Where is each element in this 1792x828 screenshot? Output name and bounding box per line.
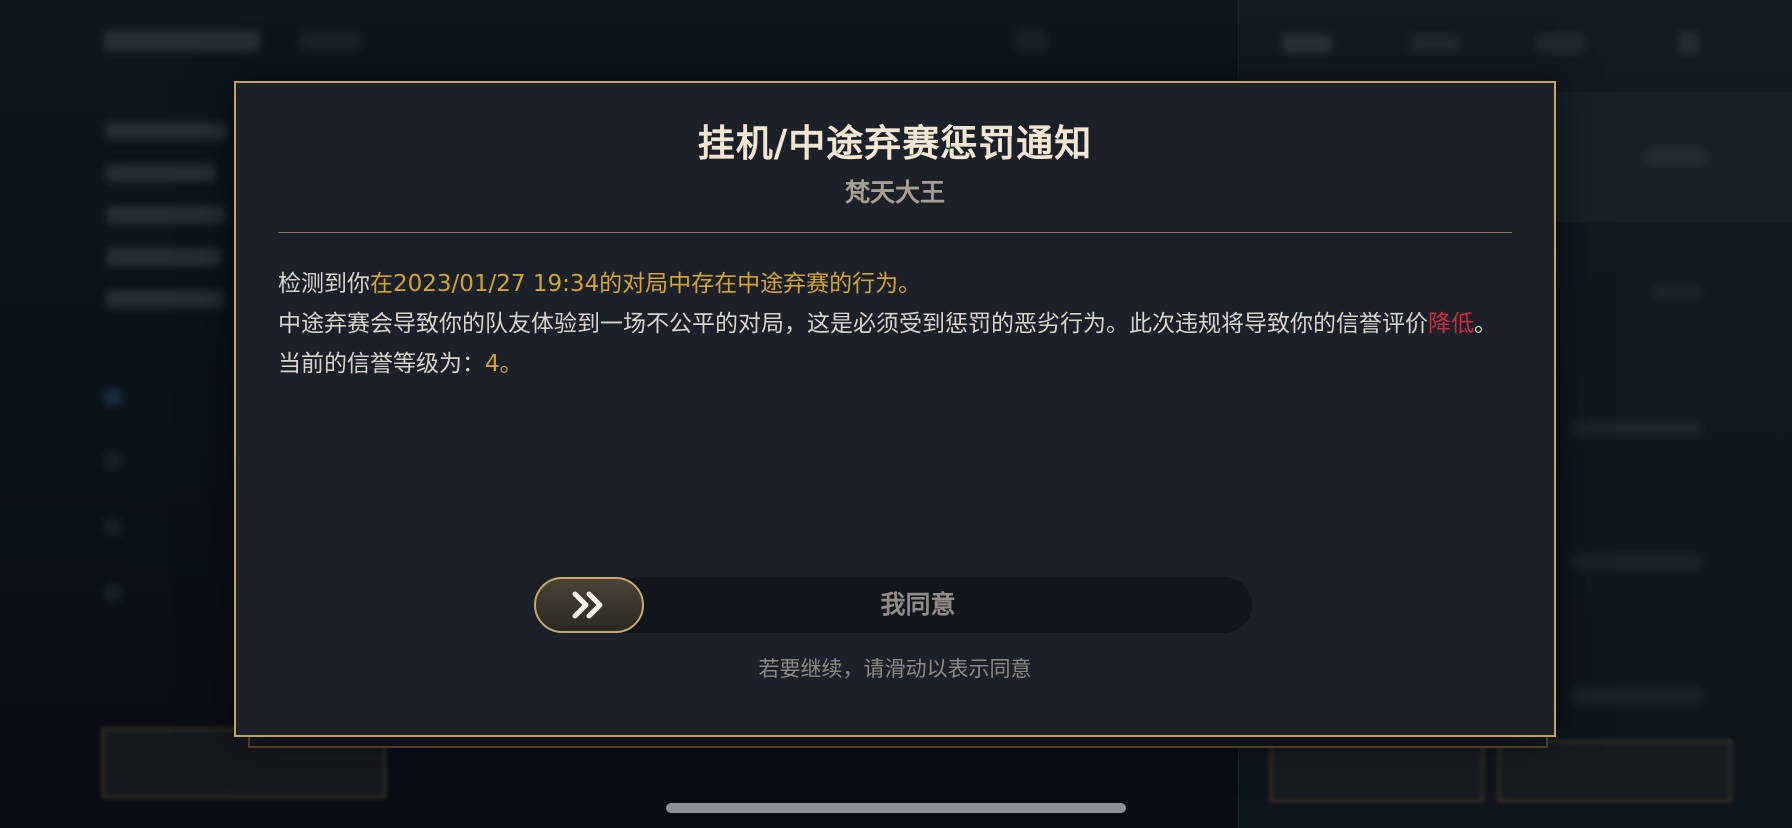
- background-blurred-icon: [104, 518, 122, 536]
- background-blurred-icon: [104, 452, 122, 470]
- dialog-title: 挂机/中途弃赛惩罚通知: [697, 122, 1093, 165]
- background-side-id: ▮▮▮▮▮▮▮▮: [0, 380, 2, 433]
- background-blurred-line: [106, 248, 222, 266]
- home-indicator-bar[interactable]: [666, 803, 1126, 813]
- background-blurred-tab: [1016, 30, 1046, 52]
- background-blurred-value: [1572, 554, 1702, 570]
- background-blurred-icon: [104, 584, 122, 602]
- penalty-notice-dialog: 挂机/中途弃赛惩罚通知 梵天大王 检测到你在2023/01/27 19:34的对…: [234, 81, 1556, 737]
- background-blurred-line: [106, 206, 226, 224]
- reputation-level-label: 当前的信誉等级为：: [278, 351, 485, 377]
- double-chevron-right-icon: [572, 591, 603, 619]
- background-blurred-tab: [300, 32, 360, 50]
- notice-line-2-end: 。: [1474, 311, 1497, 337]
- background-blurred-tab: [1536, 34, 1586, 54]
- background-blurred-line: [106, 122, 226, 140]
- background-blurred-line: [106, 290, 224, 308]
- background-blurred-heading: [104, 30, 260, 52]
- background-blurred-tab: [1410, 34, 1460, 54]
- background-blurred-tab: [1282, 34, 1332, 54]
- agree-slider-handle[interactable]: [534, 577, 644, 633]
- background-blurred-value: [1646, 148, 1706, 166]
- title-divider: [278, 232, 1512, 233]
- slide-hint: 若要继续，请滑动以表示同意: [758, 657, 1032, 681]
- agree-slider[interactable]: 我同意: [534, 577, 1252, 633]
- notice-line-2-main: 中途弃赛会导致你的队友体验到一场不公平的对局，这是必须受到惩罚的恶劣行为。此次违…: [278, 311, 1428, 337]
- match-time-highlight: 在2023/01/27 19:34的对局中存在中途弃赛的行为。: [370, 271, 922, 297]
- reputation-level-value: 4。: [485, 351, 523, 377]
- notice-line-1: 检测到你在2023/01/27 19:34的对局中存在中途弃赛的行为。: [278, 264, 1516, 304]
- background-blurred-button: [1498, 740, 1732, 802]
- agree-slider-label: 我同意: [880, 590, 956, 619]
- background-blurred-icon: [104, 388, 122, 406]
- notice-line-3: 当前的信誉等级为：4。: [278, 344, 1516, 384]
- player-name: 梵天大王: [844, 178, 945, 207]
- game-client-screen: ▮▮▮▮▮▮▮▮ 挂机/中途弃赛惩罚通知 梵天大王 检测到你在2023/01/2…: [0, 0, 1792, 828]
- notice-line-1-prefix: 检测到你: [278, 271, 370, 297]
- background-blurred-line: [106, 164, 216, 182]
- notice-body: 检测到你在2023/01/27 19:34的对局中存在中途弃赛的行为。 中途弃赛…: [278, 264, 1516, 384]
- background-blurred-button: [1270, 740, 1484, 802]
- background-blurred-value: [1652, 284, 1702, 300]
- reputation-decrease-highlight: 降低: [1428, 311, 1474, 337]
- background-blurred-value: [1572, 420, 1702, 436]
- notice-line-2: 中途弃赛会导致你的队友体验到一场不公平的对局，这是必须受到惩罚的恶劣行为。此次违…: [278, 304, 1516, 344]
- background-blurred-value: [1572, 688, 1702, 704]
- background-blurred-close: [1678, 32, 1700, 54]
